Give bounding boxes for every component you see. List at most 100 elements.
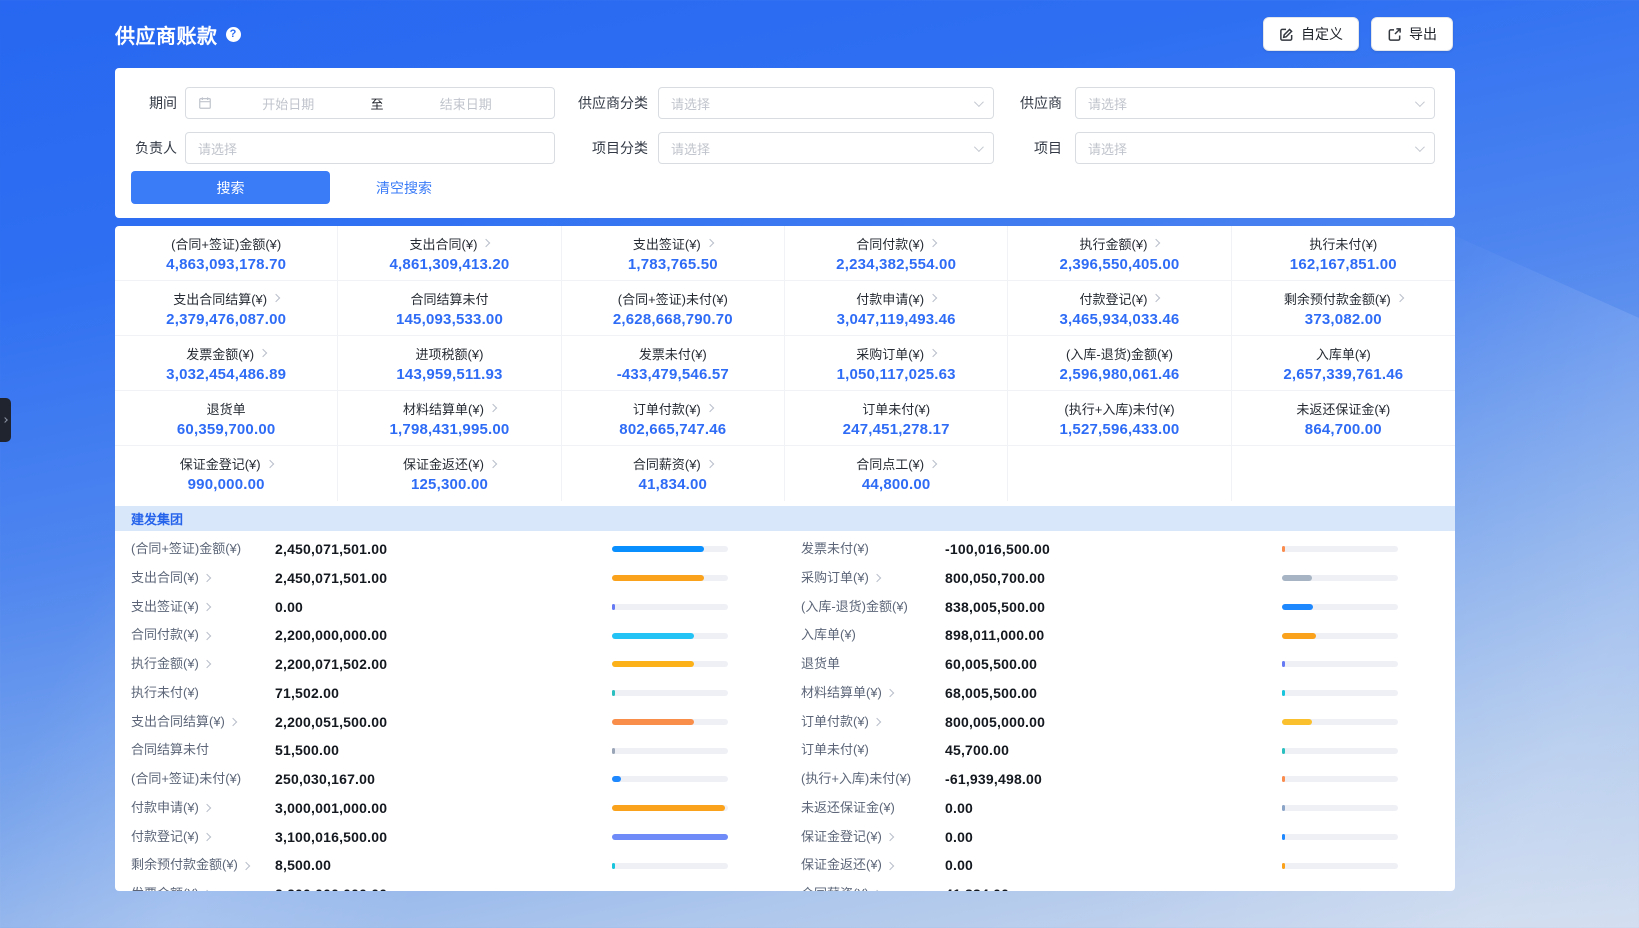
- chevron-right-icon[interactable]: [886, 861, 894, 869]
- summary-cell[interactable]: 材料结算单(¥) 1,798,431,995.00: [338, 391, 561, 446]
- summary-cell-value: 3,032,454,486.89: [166, 366, 286, 383]
- progress-fill: [612, 633, 694, 639]
- date-to-label: 至: [365, 94, 390, 113]
- detail-row[interactable]: 付款申请(¥) 3,000,001,000.00: [115, 794, 785, 823]
- chevron-right-icon[interactable]: [203, 890, 211, 891]
- chevron-right-icon[interactable]: [203, 804, 211, 812]
- summary-cell[interactable]: 合同薪资(¥) 41,834.00: [562, 446, 785, 501]
- progress-bar: [612, 748, 728, 754]
- detail-row[interactable]: 采购订单(¥) 800,050,700.00: [785, 564, 1455, 593]
- customize-button[interactable]: 自定义: [1263, 17, 1359, 51]
- supplier-category-select[interactable]: 请选择: [658, 87, 994, 119]
- summary-cell: 发票未付(¥) -433,479,546.57: [562, 336, 785, 391]
- project-category-label: 项目分类: [564, 132, 648, 164]
- chevron-right-icon[interactable]: [229, 718, 237, 726]
- chevron-right-icon[interactable]: [265, 459, 273, 467]
- chevron-right-icon[interactable]: [1152, 294, 1160, 302]
- summary-cell[interactable]: 合同付款(¥) 2,234,382,554.00: [785, 226, 1008, 281]
- chevron-right-icon[interactable]: [873, 890, 881, 891]
- summary-cell[interactable]: 合同点工(¥) 44,800.00: [785, 446, 1008, 501]
- detail-row[interactable]: 材料结算单(¥) 68,005,500.00: [785, 679, 1455, 708]
- export-label: 导出: [1409, 24, 1437, 44]
- project-select[interactable]: 请选择: [1075, 132, 1435, 164]
- chevron-right-icon[interactable]: [242, 861, 250, 869]
- detail-row[interactable]: 保证金返还(¥) 0.00: [785, 851, 1455, 880]
- detail-row[interactable]: 剩余预付款金额(¥) 8,500.00: [115, 851, 785, 880]
- summary-cell-value: 1,050,117,025.63: [837, 366, 956, 383]
- chevron-right-icon[interactable]: [706, 404, 714, 412]
- select-placeholder: 请选择: [671, 94, 710, 113]
- project-category-select[interactable]: 请选择: [658, 132, 994, 164]
- chevron-right-icon[interactable]: [203, 833, 211, 841]
- chevron-right-icon[interactable]: [203, 603, 211, 611]
- summary-cell-label: (入库-退货)金额(¥): [1066, 344, 1173, 363]
- summary-cell[interactable]: 保证金登记(¥) 990,000.00: [115, 446, 338, 501]
- chevron-right-icon[interactable]: [482, 239, 490, 247]
- summary-cell-label: 执行金额(¥): [1080, 234, 1148, 253]
- progress-bar: [612, 863, 728, 869]
- detail-row[interactable]: 合同付款(¥) 2,200,000,000.00: [115, 621, 785, 650]
- chevron-right-icon[interactable]: [929, 349, 937, 357]
- chevron-right-icon[interactable]: [873, 574, 881, 582]
- summary-cell[interactable]: 执行金额(¥) 2,396,550,405.00: [1008, 226, 1231, 281]
- summary-cell[interactable]: 支出签证(¥) 1,783,765.50: [562, 226, 785, 281]
- detail-row[interactable]: 付款登记(¥) 3,100,016,500.00: [115, 823, 785, 852]
- chevron-right-icon[interactable]: [929, 239, 937, 247]
- detail-row[interactable]: 发票金额(¥) 2,200,000,000.00: [115, 880, 785, 891]
- summary-cell[interactable]: 剩余预付款金额(¥) 373,082.00: [1232, 281, 1455, 336]
- supplier-select[interactable]: 请选择: [1075, 87, 1435, 119]
- summary-cell-empty: [1008, 446, 1231, 501]
- chevron-right-icon[interactable]: [886, 689, 894, 697]
- edit-icon: [1279, 27, 1294, 42]
- detail-col-right: 发票未付(¥) -100,016,500.00 采购订单(¥) 800,050,…: [785, 531, 1455, 891]
- summary-cell[interactable]: 支出合同结算(¥) 2,379,476,087.00: [115, 281, 338, 336]
- chevron-right-icon[interactable]: [886, 833, 894, 841]
- summary-cell[interactable]: 采购订单(¥) 1,050,117,025.63: [785, 336, 1008, 391]
- export-button[interactable]: 导出: [1371, 17, 1453, 51]
- chevron-right-icon[interactable]: [706, 459, 714, 467]
- detail-row[interactable]: 合同薪资(¥) 41,834.00: [785, 880, 1455, 891]
- detail-row[interactable]: 保证金登记(¥) 0.00: [785, 823, 1455, 852]
- detail-row-label: 剩余预付款金额(¥): [131, 851, 238, 880]
- detail-row[interactable]: 执行金额(¥) 2,200,071,502.00: [115, 650, 785, 679]
- summary-cell[interactable]: 保证金返还(¥) 125,300.00: [338, 446, 561, 501]
- summary-cell[interactable]: 发票金额(¥) 3,032,454,486.89: [115, 336, 338, 391]
- chevron-right-icon[interactable]: [1396, 294, 1404, 302]
- search-button[interactable]: 搜索: [131, 171, 330, 204]
- chevron-right-icon[interactable]: [259, 349, 267, 357]
- summary-cell[interactable]: 付款登记(¥) 3,465,934,033.46: [1008, 281, 1231, 336]
- help-icon[interactable]: ?: [226, 27, 241, 42]
- side-drawer-handle[interactable]: [0, 398, 11, 442]
- detail-row[interactable]: 订单付款(¥) 800,005,000.00: [785, 708, 1455, 737]
- detail-row[interactable]: 支出合同(¥) 2,450,071,501.00: [115, 564, 785, 593]
- chevron-right-icon[interactable]: [706, 239, 714, 247]
- date-range-input[interactable]: 开始日期 至 结束日期: [185, 87, 555, 119]
- summary-cell-value: 4,863,093,178.70: [166, 256, 286, 273]
- header-actions: 自定义 导出: [1263, 17, 1453, 51]
- chevron-right-icon[interactable]: [1152, 239, 1160, 247]
- chevron-right-icon[interactable]: [203, 631, 211, 639]
- detail-row: (合同+签证)未付(¥) 250,030,167.00: [115, 765, 785, 794]
- chevron-right-icon[interactable]: [873, 718, 881, 726]
- detail-row-label: (合同+签证)金额(¥): [131, 535, 241, 564]
- summary-cell[interactable]: 付款申请(¥) 3,047,119,493.46: [785, 281, 1008, 336]
- detail-row-label: 合同付款(¥): [131, 621, 199, 650]
- summary-cell-value: 2,596,980,061.46: [1060, 366, 1180, 383]
- chevron-right-icon[interactable]: [489, 404, 497, 412]
- owner-select[interactable]: 请选择: [185, 132, 555, 164]
- detail-row[interactable]: 支出签证(¥) 0.00: [115, 593, 785, 622]
- detail-row[interactable]: 支出合同结算(¥) 2,200,051,500.00: [115, 708, 785, 737]
- clear-search-link[interactable]: 清空搜索: [376, 178, 432, 198]
- progress-bar: [1282, 776, 1398, 782]
- chevron-right-icon[interactable]: [203, 660, 211, 668]
- customize-label: 自定义: [1301, 24, 1343, 44]
- chevron-right-icon[interactable]: [929, 294, 937, 302]
- detail-row-value: 2,200,051,500.00: [275, 708, 387, 737]
- chevron-right-icon[interactable]: [272, 294, 280, 302]
- summary-cell[interactable]: 订单付款(¥) 802,665,747.46: [562, 391, 785, 446]
- chevron-right-icon[interactable]: [489, 459, 497, 467]
- detail-row: (合同+签证)金额(¥) 2,450,071,501.00: [115, 535, 785, 564]
- chevron-right-icon[interactable]: [929, 459, 937, 467]
- chevron-right-icon[interactable]: [203, 574, 211, 582]
- summary-cell[interactable]: 支出合同(¥) 4,861,309,413.20: [338, 226, 561, 281]
